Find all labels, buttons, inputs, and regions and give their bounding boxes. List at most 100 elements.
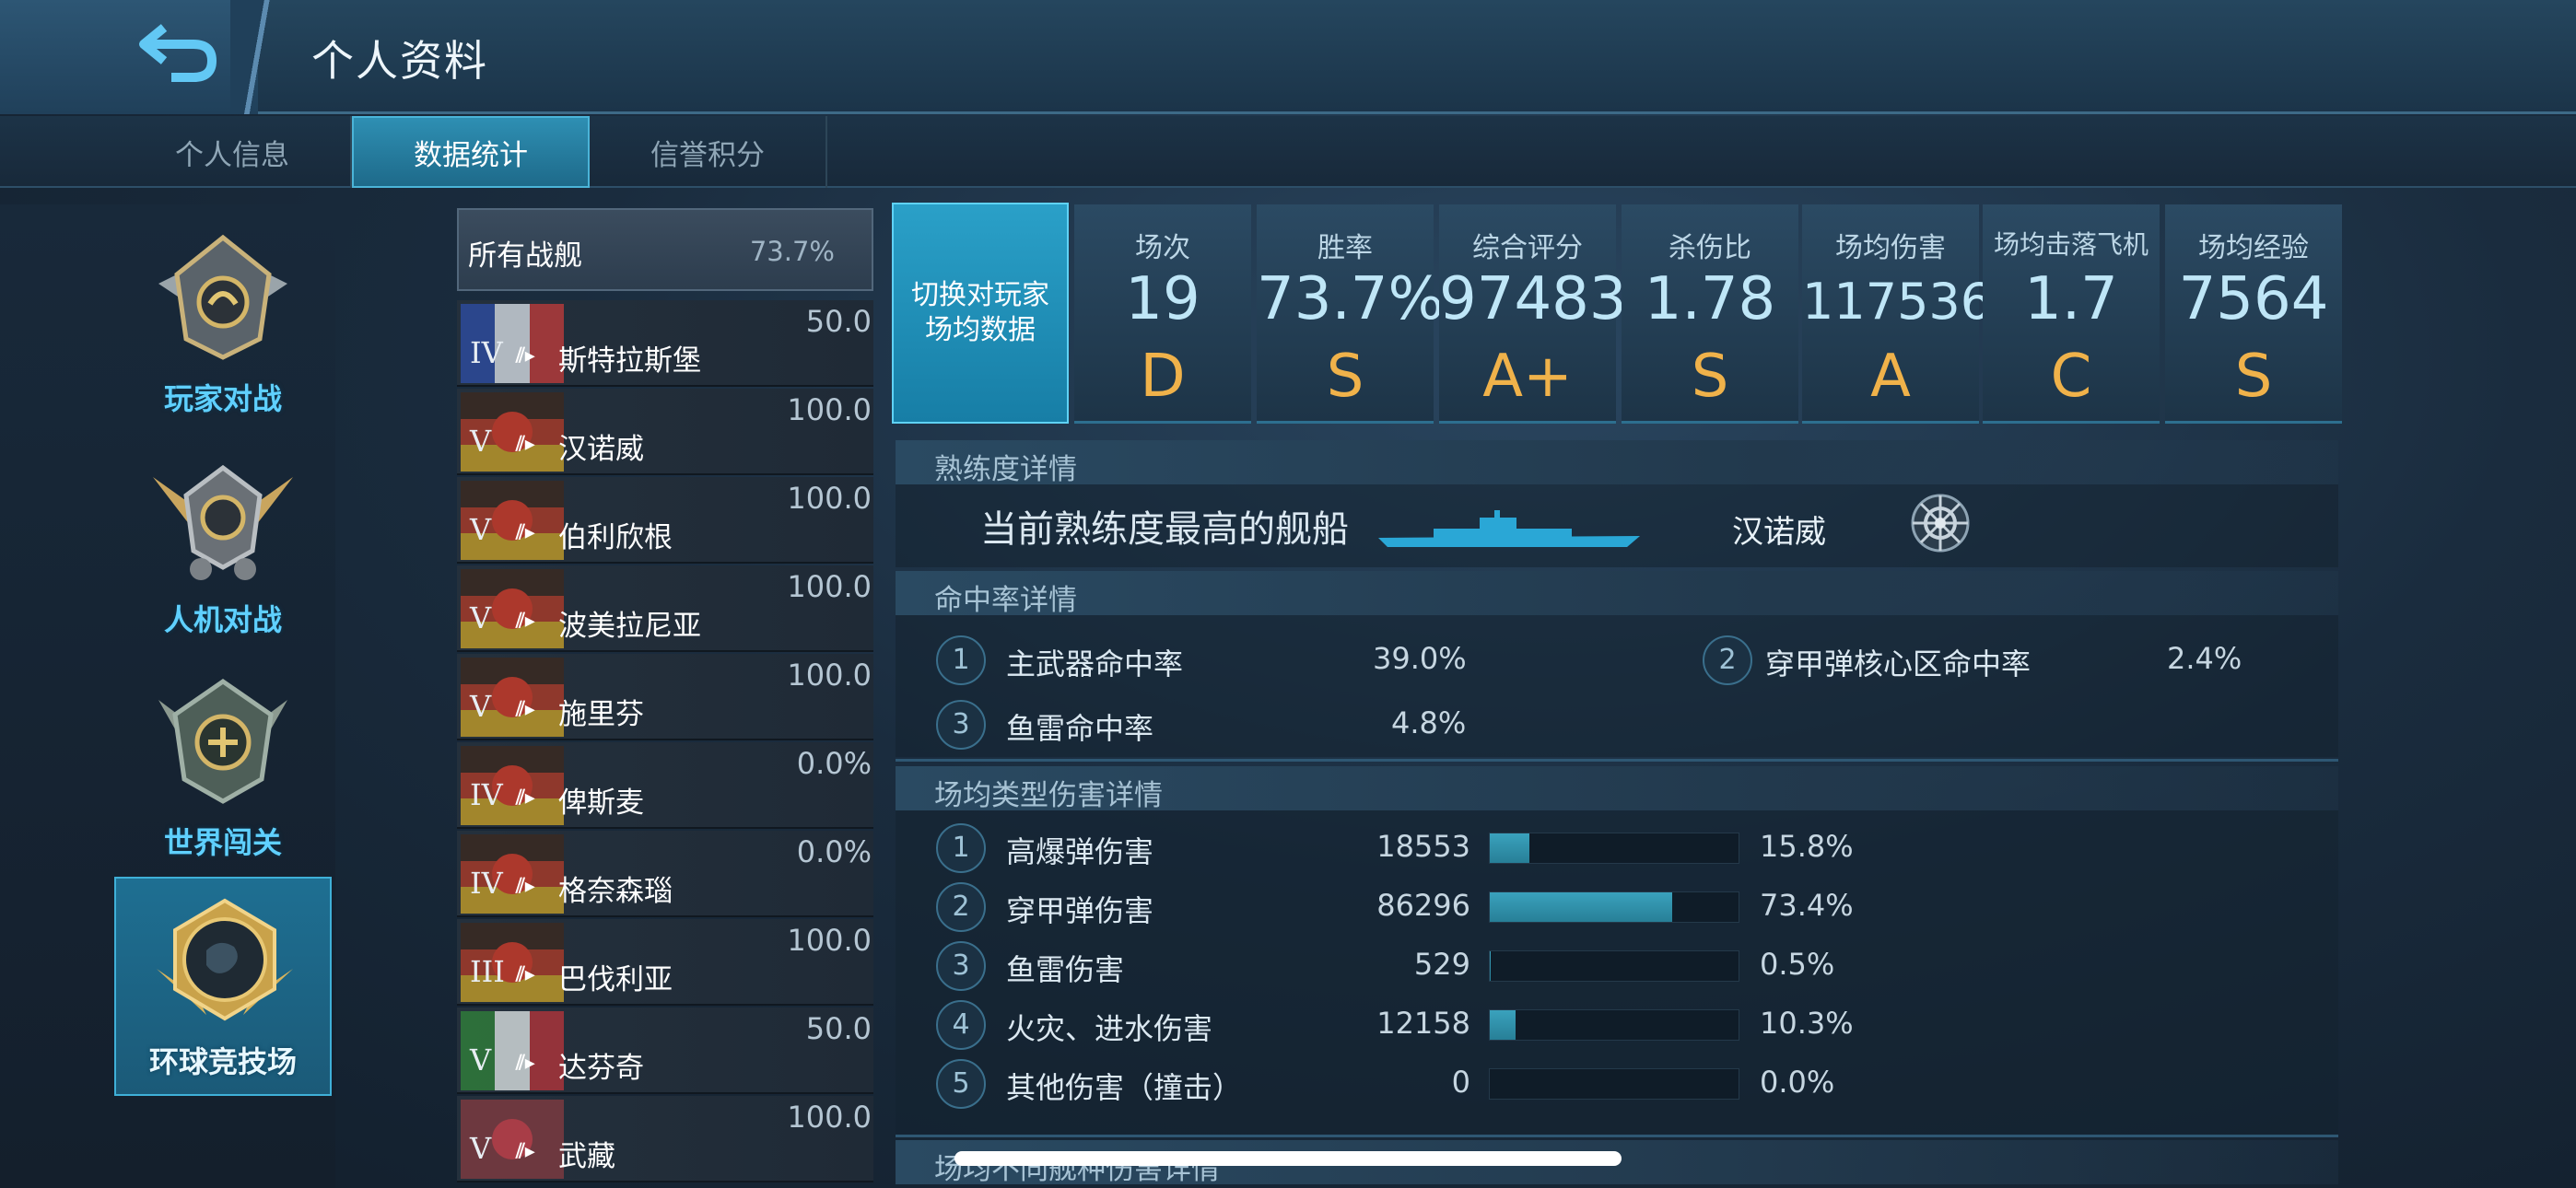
ship-name: 波美拉尼亚	[558, 610, 701, 643]
ship-name: 巴伐利亚	[558, 963, 673, 996]
ship-tier: IV	[470, 777, 503, 812]
stat-label: 场均击落飞机	[1993, 229, 2149, 260]
hit-value: 2.4%	[2167, 641, 2242, 676]
section-title: 场均类型伤害详情	[934, 779, 1163, 812]
pve-emblem-icon	[153, 464, 293, 580]
helm-wheel-icon[interactable]	[1907, 490, 1973, 556]
stat-value: 1.7	[2024, 265, 2118, 333]
ship-name: 达芬奇	[558, 1052, 644, 1085]
back-arrow-icon	[139, 24, 217, 82]
section-divider	[896, 759, 2338, 762]
ship-row[interactable]: IV ⫽▸ 格奈森瑙 0.0%	[457, 831, 873, 917]
battleship-type-icon: ⫽▸	[516, 1140, 535, 1163]
ship-row[interactable]: V ⫽▸ 施里芬 100.0	[457, 654, 873, 740]
ship-score: 100.0	[787, 1100, 872, 1135]
world-challenge-emblem-icon	[158, 678, 287, 804]
ship-tier: V	[470, 512, 492, 547]
stat-value: 73.7%	[1257, 265, 1445, 333]
ship-tier: V	[470, 689, 492, 724]
battleship-type-icon: ⫽▸	[516, 344, 535, 367]
stat-grade: D	[1140, 343, 1186, 411]
ship-row[interactable]: V ⫽▸ 汉诺威 100.0	[457, 389, 873, 475]
ship-row[interactable]: V ⫽▸ 达芬奇 50.0	[457, 1007, 873, 1094]
damage-value: 12158	[1376, 1006, 1470, 1041]
mode-label: 玩家对战	[163, 381, 282, 416]
ship-row[interactable]: III ⫽▸ 巴伐利亚 100.0	[457, 919, 873, 1006]
damage-bar-fill	[1490, 951, 1492, 981]
ship-score: 100.0	[787, 923, 872, 958]
ship-row[interactable]: IV ⫽▸ 斯特拉斯堡 50.0	[457, 300, 873, 387]
battleship-type-icon: ⫽▸	[516, 698, 535, 721]
stat-label: 场均伤害	[1835, 232, 1946, 264]
proficiency-section-header: 熟练度详情	[896, 440, 2338, 486]
hit-label: 穿甲弹核心区命中率	[1765, 646, 2032, 681]
ship-tier: V	[470, 424, 492, 459]
ship-score: 100.0	[787, 569, 872, 604]
damage-index: 2	[936, 882, 986, 932]
ship-name: 格奈森瑙	[558, 875, 673, 908]
ship-row[interactable]: IV ⫽▸ 俾斯麦 0.0%	[457, 742, 873, 829]
damage-bar	[1489, 833, 1739, 864]
stat-label: 综合评分	[1472, 232, 1583, 264]
ship-score: 0.0%	[796, 746, 872, 781]
battleship-type-icon: ⫽▸	[516, 521, 535, 544]
damage-percent: 0.5%	[1760, 947, 1835, 982]
stat-value: 7564	[2178, 265, 2329, 333]
tab-credit-points[interactable]: 信誉积分	[590, 116, 827, 188]
damage-value: 0	[1451, 1065, 1470, 1100]
damage-value: 529	[1413, 947, 1470, 982]
home-indicator[interactable]	[954, 1151, 1622, 1166]
damage-bar	[1489, 1068, 1739, 1100]
stat-value: 19	[1125, 265, 1200, 333]
ship-tier: IV	[470, 866, 503, 901]
damage-label: 高爆弹伤害	[1006, 834, 1154, 869]
stat-card-overall-score: 综合评分 97483 A+	[1439, 204, 1627, 424]
damage-index: 1	[936, 823, 986, 873]
mode-world-challenge[interactable]: 世界闯关	[114, 656, 332, 875]
ship-score: 50.0	[805, 304, 872, 339]
damage-value: 18553	[1376, 829, 1470, 864]
ship-row[interactable]: V ⫽▸ 伯利欣根 100.0	[457, 477, 873, 564]
battleship-type-icon: ⫽▸	[516, 963, 535, 986]
mode-pvp[interactable]: 玩家对战	[114, 212, 332, 431]
tab-bar: 个人信息 数据统计 信誉积分	[0, 116, 2576, 188]
stat-label: 场次	[1135, 232, 1190, 264]
ship-row[interactable]: V ⫽▸ 武藏 100.0	[457, 1096, 873, 1182]
damage-index: 5	[936, 1059, 986, 1109]
hit-label: 鱼雷命中率	[1006, 711, 1154, 746]
stat-card-winrate: 胜率 73.7% S	[1257, 204, 1445, 424]
ship-row[interactable]: V ⫽▸ 波美拉尼亚 100.0	[457, 565, 873, 652]
damage-value: 86296	[1376, 888, 1470, 923]
stat-card-avg-damage: 场均伤害 117536 A	[1802, 204, 1992, 424]
damage-percent: 10.3%	[1760, 1006, 1854, 1041]
ship-name: 汉诺威	[558, 433, 644, 466]
tab-personal-info[interactable]: 个人信息	[114, 116, 352, 188]
damage-bar-fill	[1490, 833, 1529, 863]
battleship-type-icon: ⫽▸	[516, 786, 535, 809]
all-ships-item[interactable]: 所有战舰 73.7%	[457, 208, 873, 291]
switch-average-button[interactable]: 切换对玩家场均数据	[892, 203, 1069, 424]
damage-label: 火灾、进水伤害	[1006, 1011, 1213, 1046]
back-button[interactable]	[138, 20, 221, 85]
proficiency-text: 当前熟练度最高的舰船	[980, 508, 1349, 551]
top-header: 个人资料	[0, 0, 2576, 114]
tab-data-stats[interactable]: 数据统计	[352, 116, 590, 188]
hit-value: 39.0%	[1373, 641, 1467, 676]
ship-name: 俾斯麦	[558, 786, 644, 820]
page-title: 个人资料	[311, 36, 488, 86]
stat-grade: S	[2234, 343, 2273, 411]
mode-global-arena[interactable]: 环球竞技场	[114, 877, 332, 1096]
ship-score: 50.0	[805, 1011, 872, 1046]
ship-score: 0.0%	[796, 834, 872, 869]
mode-label: 人机对战	[163, 602, 282, 637]
all-ships-pct: 73.7%	[749, 236, 835, 267]
stat-label: 胜率	[1317, 232, 1373, 264]
mode-label: 世界闯关	[163, 825, 282, 860]
mode-pve[interactable]: 人机对战	[114, 433, 332, 652]
damage-index: 3	[936, 941, 986, 991]
damage-percent: 73.4%	[1760, 888, 1854, 923]
section-title: 熟练度详情	[934, 453, 1077, 486]
battleship-silhouette-icon	[1378, 510, 1640, 547]
ship-list: 所有战舰 73.7% IV ⫽▸ 斯特拉斯堡 50.0 V ⫽▸ 汉诺威 100…	[457, 208, 873, 1188]
damage-section-header: 场均类型伤害详情	[896, 766, 2338, 812]
